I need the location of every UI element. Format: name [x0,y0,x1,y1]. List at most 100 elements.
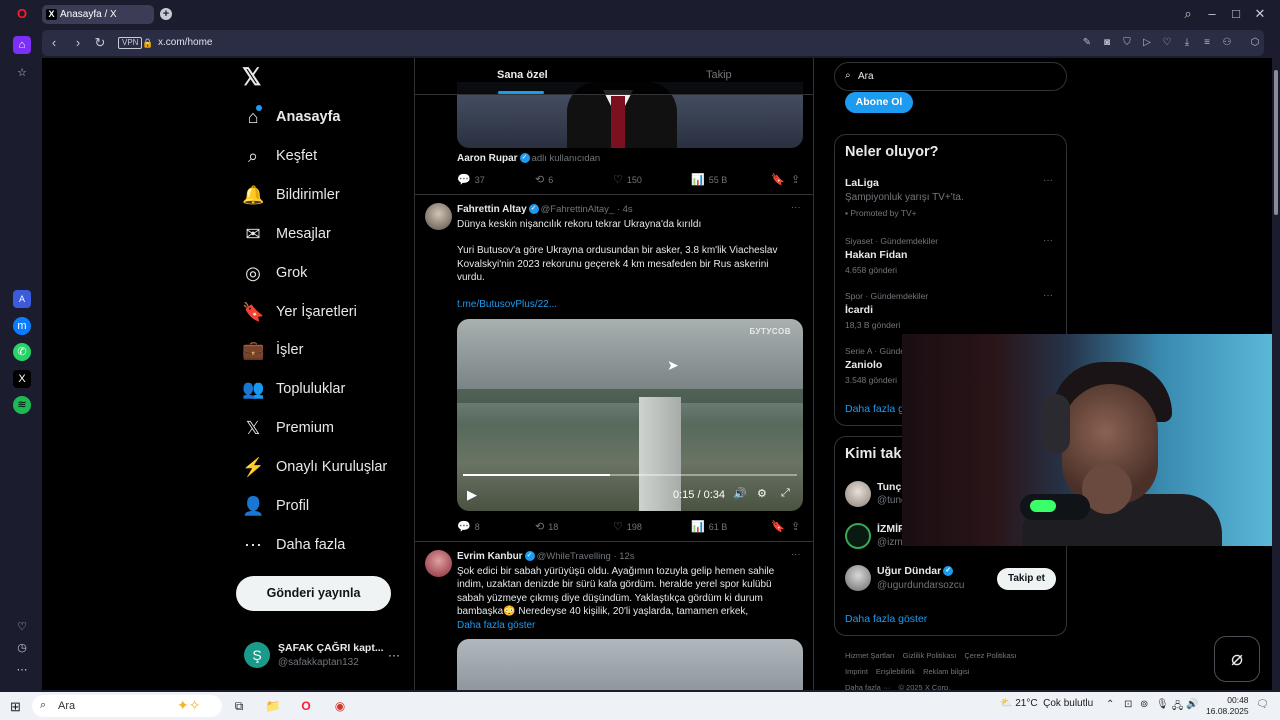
footer-link[interactable]: © 2025 X Corp. [898,683,950,690]
volume-icon[interactable]: 🔊 [733,487,747,500]
nav-item-briefcase[interactable]: 💼 İşler [242,335,303,365]
footer-link[interactable]: Imprint [845,667,868,676]
search-input[interactable]: Ara [858,71,874,82]
like-button[interactable]: ♡ 150 [613,173,642,186]
views-button[interactable]: 📊 55 B [691,173,727,186]
taskbar-search-input[interactable]: Ara [58,700,75,712]
heart-sidebar-icon[interactable]: ♡ [13,618,31,636]
trend-name[interactable]: İcardi [845,304,873,316]
opera-logo-icon[interactable]: O [14,6,30,22]
tweet-time[interactable]: · 4s [617,204,633,215]
user-name[interactable]: Tunç [877,481,901,493]
trend-name[interactable]: LaLiga [845,177,879,189]
messenger-icon[interactable]: m [13,317,31,335]
follow-button[interactable]: Takip et [997,568,1056,590]
reply-button[interactable]: 💬 37 [457,173,485,186]
tweet-media-image[interactable] [457,639,803,690]
like-button[interactable]: ♡ 198 [613,520,642,533]
edit-icon[interactable]: ✎ [1080,36,1094,50]
new-tab-button[interactable]: + [160,8,172,20]
aria-icon[interactable]: A [13,290,31,308]
url-field[interactable]: x.com/home [158,37,212,48]
task-view-icon[interactable]: ⧉ [230,697,248,715]
bookmark-button[interactable]: 🔖 [771,173,789,186]
avatar[interactable] [845,481,871,507]
windows-start-icon[interactable]: ⊞ [10,699,21,715]
reply-button[interactable]: 💬 8 [457,520,480,533]
nav-item-home[interactable]: ⌂ Anasayfa [242,102,341,132]
download-icon[interactable]: ⤓ [1180,36,1194,50]
video-player[interactable]: БУТУСОВ ➤ ▶ 0:15 / 0:34 🔊 ⚙ ⤢ [457,319,803,511]
avatar[interactable] [425,550,452,577]
tab-search-icon[interactable]: ⌕ [1180,6,1196,22]
trend-name[interactable]: Zaniolo [845,359,882,371]
settings-icon[interactable]: ⚙ [757,487,767,500]
search-box[interactable]: ⌕ Ara [834,62,1067,91]
reload-icon[interactable]: ↻ [92,35,108,51]
tab-following[interactable]: Takip [706,69,732,81]
footer-link[interactable]: Çerez Politikası [964,651,1016,660]
show-more-link[interactable]: Daha fazla göster [845,613,927,625]
more-icon[interactable]: ··· [791,202,801,213]
maximize-button[interactable]: □ [1228,6,1244,22]
subscribe-button[interactable]: Abone Ol [845,92,913,113]
retweet-button[interactable]: ⟲ 18 [535,520,558,533]
back-icon[interactable]: ‹ [46,35,62,51]
footer-link[interactable]: Daha fazla ··· [845,683,890,690]
post-button[interactable]: Gönderi yayınla [236,576,391,611]
nav-item-bookmark[interactable]: 🔖 Yer İşaretleri [242,297,357,327]
account-switcher[interactable]: Ş ŞAFAK ÇAĞRI kapt... @safakkaptan132 ··… [242,640,412,676]
play-icon[interactable]: ▶ [467,487,477,503]
menu-icon[interactable]: ≡ [1200,36,1214,50]
tweet-handle[interactable]: @FahrettinAltay_ [541,204,615,215]
nav-item-mail[interactable]: ✉ Mesajlar [242,219,330,249]
avatar[interactable] [425,203,452,230]
extensions-icon[interactable]: ⬡ [1248,36,1262,50]
lock-icon[interactable]: 🔒 [140,35,156,51]
tweet-author[interactable]: Aaron Rupar [457,153,518,164]
nav-item-more-circle[interactable]: ⋯ Daha fazla [242,530,345,560]
footer-link[interactable]: Gizlilik Politikası [903,651,957,660]
more-icon[interactable]: ··· [1043,175,1053,186]
views-button[interactable]: 📊 61 B [691,520,727,533]
history-icon[interactable]: ◷ [13,639,31,657]
share-button[interactable]: ⇪ [791,173,804,186]
volume-icon[interactable]: 🔊 [1186,699,1198,710]
camera-icon[interactable]: ◙ [1100,36,1114,50]
scrollbar-thumb[interactable] [1274,70,1278,215]
network-icon[interactable]: 🖧 [1172,699,1183,716]
tweet-link[interactable]: t.me/ButusovPlus/22... [457,298,802,311]
footer-link[interactable]: Hizmet Şartları [845,651,895,660]
taskbar-search[interactable]: ⌕ Ara ✦✧ [32,695,222,717]
tweet-author[interactable]: Fahrettin Altay [457,204,527,215]
tray-expand-icon[interactable]: ⌃ [1106,699,1114,710]
avatar[interactable] [845,565,871,591]
weather-widget[interactable]: ⛅ 21°C Çok bulutlu [1000,698,1093,709]
nav-item-bell[interactable]: 🔔 Bildirimler [242,180,340,210]
more-sidebar-icon[interactable]: ⋯ [13,661,31,679]
more-icon[interactable]: ··· [1043,235,1053,246]
microphone-icon[interactable]: 🎙 [1156,699,1169,710]
retweet-button[interactable]: ⟲ 6 [535,173,553,186]
vpn-badge[interactable]: VPN [118,37,143,49]
clock[interactable]: 00:48 16.08.2025 [1206,695,1249,717]
more-icon[interactable]: ··· [1043,290,1053,301]
nav-item-x-premium[interactable]: 𝕏 Premium [242,413,334,443]
nav-item-people[interactable]: 👥 Topluluklar [242,374,345,404]
heart-icon[interactable]: ♡ [1160,36,1174,50]
footer-link[interactable]: Reklam bilgisi [923,667,969,676]
user-name[interactable]: Uğur Dündar ✓ [877,565,955,577]
opera-gx-icon[interactable]: ◉ [331,697,349,715]
notifications-icon[interactable]: 🗨 [1256,699,1269,710]
nav-item-grok[interactable]: ◎ Grok [242,258,307,288]
forward-icon[interactable]: › [70,35,86,51]
home-sidebar-icon[interactable]: ⌂ [13,36,31,54]
opera-taskbar-icon[interactable]: O [297,697,315,715]
grok-button-icon[interactable]: ⌀ [1214,636,1260,682]
trend-name[interactable]: Hakan Fidan [845,249,907,261]
shield-icon[interactable]: ⛉ [1120,36,1134,50]
share-button[interactable]: ⇪ [791,520,804,533]
tray-app-icon[interactable]: ⊚ [1140,699,1148,710]
browser-tab[interactable]: X Anasayfa / X [42,5,154,24]
minimize-button[interactable]: – [1204,6,1220,22]
